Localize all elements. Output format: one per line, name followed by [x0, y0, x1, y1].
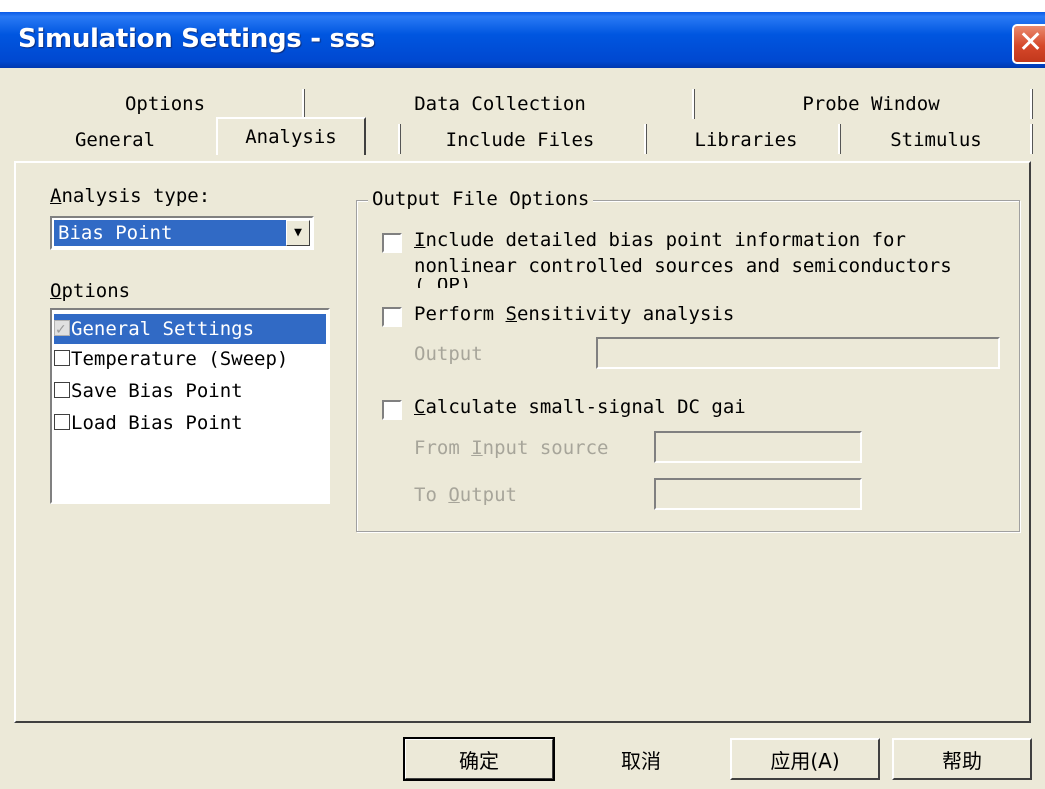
apply-button[interactable]: 应用(A): [730, 738, 880, 780]
detailed-bias-checkbox[interactable]: [382, 233, 402, 253]
detailed-bias-label-line3-clip: (.OP): [414, 278, 1014, 288]
to-output-field[interactable]: [654, 478, 862, 510]
tab-stimulus[interactable]: Stimulus: [866, 122, 1006, 158]
tab-divider: [1030, 124, 1033, 154]
tab-divider: [1030, 89, 1033, 119]
tab-libraries[interactable]: Libraries: [676, 122, 816, 158]
to-output-label: To Output: [414, 484, 517, 506]
dc-gain-label: Calculate small-signal DC gai: [414, 396, 746, 418]
checkbox-icon[interactable]: [54, 382, 70, 398]
tab-include-files[interactable]: Include Files: [420, 122, 620, 158]
tab-data-collection[interactable]: Data Collection: [400, 86, 600, 122]
help-button[interactable]: 帮助: [892, 738, 1032, 780]
ok-button[interactable]: 确定: [403, 737, 555, 781]
list-item-general-settings[interactable]: General Settings: [54, 314, 326, 345]
tab-probe-window[interactable]: Probe Window: [786, 86, 956, 122]
options-label: Options: [50, 280, 131, 302]
detailed-bias-label-line2: nonlinear controlled sources and semicon…: [414, 255, 952, 277]
detailed-bias-label-line3: (.OP): [414, 278, 1014, 288]
analysis-type-label: Analysis type:: [50, 185, 211, 207]
sensitivity-output-label: Output: [414, 343, 483, 365]
tab-divider: [302, 89, 305, 119]
dropdown-arrow-icon[interactable]: ▼: [286, 220, 310, 246]
tab-divider: [398, 124, 401, 154]
window-title: Simulation Settings - sss: [18, 24, 376, 54]
tab-divider: [644, 124, 647, 154]
analysis-type-value: Bias Point: [54, 220, 290, 246]
sensitivity-output-field[interactable]: [596, 337, 1000, 369]
list-item-temperature-sweep[interactable]: Temperature (Sweep): [54, 344, 326, 374]
cancel-button[interactable]: 取消: [566, 738, 716, 780]
checkbox-icon[interactable]: [54, 414, 70, 430]
list-item-save-bias-point[interactable]: Save Bias Point: [54, 376, 326, 406]
tab-general[interactable]: General: [50, 122, 180, 158]
sensitivity-label: Perform Sensitivity analysis: [414, 303, 735, 325]
detailed-bias-label-line1: Include detailed bias point information …: [414, 229, 906, 251]
close-button[interactable]: ✕: [1012, 24, 1045, 64]
group-title: Output File Options: [368, 188, 594, 210]
close-icon: ✕: [1018, 25, 1044, 60]
list-item-load-bias-point[interactable]: Load Bias Point: [54, 408, 326, 438]
from-input-source-label: From Input source: [414, 437, 609, 459]
tab-divider: [692, 89, 695, 119]
from-input-source-field[interactable]: [654, 431, 862, 463]
analysis-type-dropdown[interactable]: Bias Point ▼: [50, 216, 314, 250]
top-border: [0, 0, 1045, 12]
checkbox-icon[interactable]: [54, 350, 70, 366]
options-list[interactable]: General Settings Temperature (Sweep) Sav…: [50, 308, 330, 504]
tab-analysis[interactable]: Analysis: [216, 117, 366, 155]
sensitivity-checkbox[interactable]: [382, 307, 402, 327]
tab-divider: [838, 124, 841, 154]
dc-gain-checkbox[interactable]: [382, 400, 402, 420]
checkbox-icon[interactable]: [54, 315, 70, 345]
